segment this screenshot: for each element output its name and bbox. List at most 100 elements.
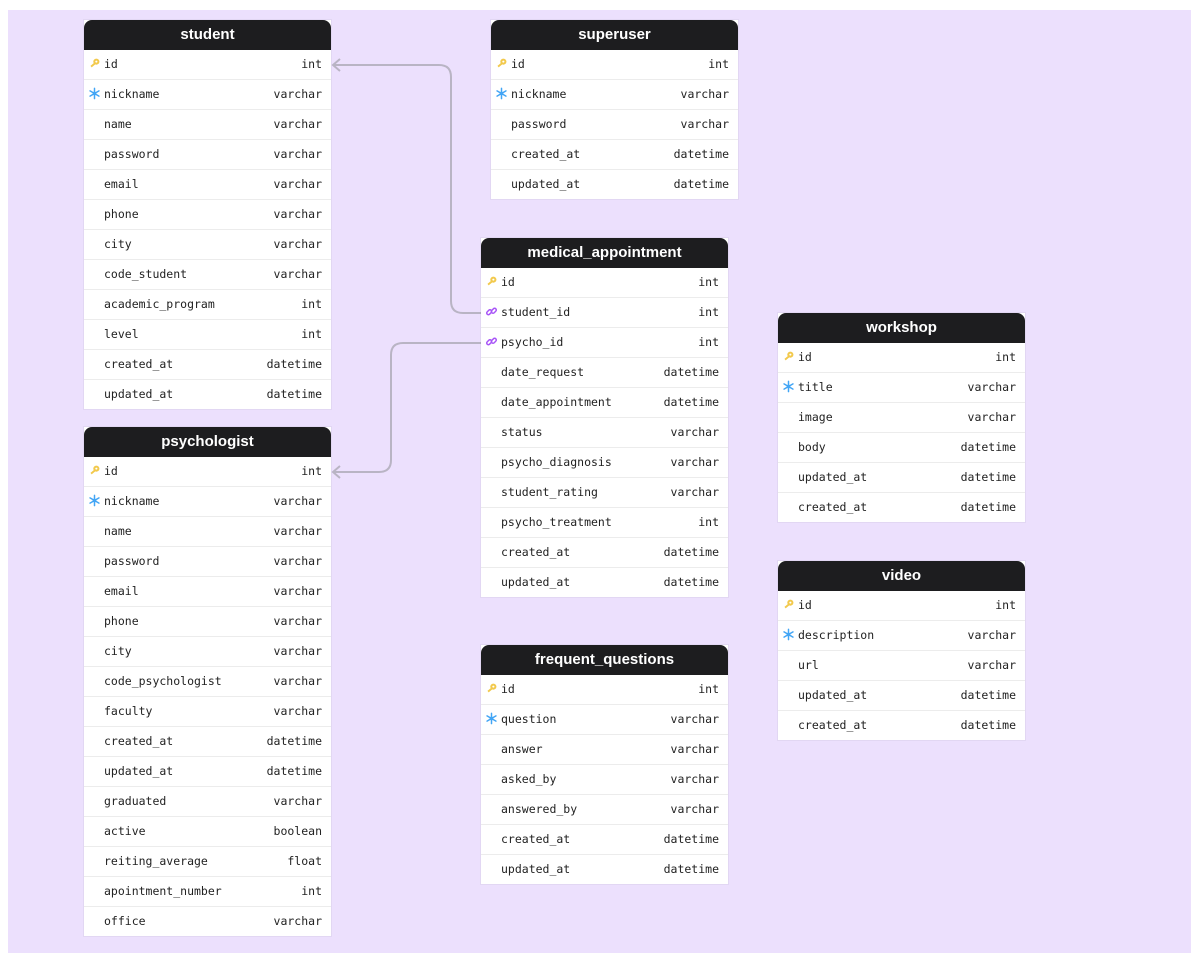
column-row[interactable]: email varchar [84, 577, 331, 607]
column-type: datetime [266, 387, 322, 401]
column-row[interactable]: image varchar [778, 403, 1025, 433]
column-row[interactable]: nickname varchar [84, 80, 331, 110]
table-header-workshop[interactable]: workshop [778, 313, 1025, 343]
column-row[interactable]: id int [491, 50, 738, 80]
table-header-video[interactable]: video [778, 561, 1025, 591]
column-name: phone [104, 614, 139, 628]
table-student[interactable]: student id int nickname varchar name varchar p… [84, 20, 331, 409]
column-row[interactable]: updated_at datetime [481, 568, 728, 597]
column-row[interactable]: title varchar [778, 373, 1025, 403]
column-row[interactable]: created_at datetime [491, 140, 738, 170]
table-header-superuser[interactable]: superuser [491, 20, 738, 50]
table-header-medical-appointment[interactable]: medical_appointment [481, 238, 728, 268]
column-type: datetime [960, 440, 1016, 454]
column-row[interactable]: updated_at datetime [481, 855, 728, 884]
column-row[interactable]: city varchar [84, 230, 331, 260]
column-row[interactable]: faculty varchar [84, 697, 331, 727]
column-row[interactable]: id int [84, 50, 331, 80]
column-row[interactable]: description varchar [778, 621, 1025, 651]
no-icon [485, 485, 499, 499]
column-row[interactable]: password varchar [84, 547, 331, 577]
column-row[interactable]: phone varchar [84, 200, 331, 230]
column-row[interactable]: body datetime [778, 433, 1025, 463]
column-row[interactable]: psycho_diagnosis varchar [481, 448, 728, 478]
column-row[interactable]: created_at datetime [481, 538, 728, 568]
column-row[interactable]: id int [778, 591, 1025, 621]
table-header-student[interactable]: student [84, 20, 331, 50]
column-row[interactable]: url varchar [778, 651, 1025, 681]
column-row[interactable]: updated_at datetime [84, 757, 331, 787]
column-row[interactable]: answer varchar [481, 735, 728, 765]
column-row[interactable]: code_student varchar [84, 260, 331, 290]
column-row[interactable]: created_at datetime [84, 727, 331, 757]
column-row[interactable]: office varchar [84, 907, 331, 936]
column-type: datetime [960, 500, 1016, 514]
column-name: city [104, 644, 132, 658]
column-row[interactable]: id int [481, 675, 728, 705]
column-row[interactable]: status varchar [481, 418, 728, 448]
column-row[interactable]: date_request datetime [481, 358, 728, 388]
column-row[interactable]: graduated varchar [84, 787, 331, 817]
column-type: int [698, 515, 719, 529]
column-row[interactable]: code_psychologist varchar [84, 667, 331, 697]
table-header-frequent-questions[interactable]: frequent_questions [481, 645, 728, 675]
column-row[interactable]: nickname varchar [84, 487, 331, 517]
column-row[interactable]: updated_at datetime [84, 380, 331, 409]
column-row[interactable]: id int [481, 268, 728, 298]
column-row[interactable]: updated_at datetime [778, 463, 1025, 493]
key-icon [495, 57, 509, 71]
no-icon [495, 117, 509, 131]
table-superuser[interactable]: superuser id int nickname varchar password va… [491, 20, 738, 199]
column-name: email [104, 177, 139, 191]
column-type: varchar [670, 455, 719, 469]
table-psychologist[interactable]: psychologist id int nickname varchar name var… [84, 427, 331, 936]
column-row[interactable]: created_at datetime [778, 493, 1025, 522]
no-icon [88, 764, 102, 778]
column-row[interactable]: question varchar [481, 705, 728, 735]
table-header-psychologist[interactable]: psychologist [84, 427, 331, 457]
column-row[interactable]: created_at datetime [778, 711, 1025, 740]
column-name: phone [104, 207, 139, 221]
no-icon [485, 742, 499, 756]
column-row[interactable]: active boolean [84, 817, 331, 847]
column-name: faculty [104, 704, 153, 718]
column-row[interactable]: psycho_id int [481, 328, 728, 358]
no-icon [88, 237, 102, 251]
column-row[interactable]: password varchar [491, 110, 738, 140]
column-row[interactable]: city varchar [84, 637, 331, 667]
column-row[interactable]: phone varchar [84, 607, 331, 637]
column-row[interactable]: student_id int [481, 298, 728, 328]
column-row[interactable]: created_at datetime [481, 825, 728, 855]
column-row[interactable]: email varchar [84, 170, 331, 200]
column-row[interactable]: apointment_number int [84, 877, 331, 907]
column-row[interactable]: asked_by varchar [481, 765, 728, 795]
table-video[interactable]: video id int description varchar url varchar u… [778, 561, 1025, 740]
column-row[interactable]: academic_program int [84, 290, 331, 320]
no-icon [88, 884, 102, 898]
column-row[interactable]: student_rating varchar [481, 478, 728, 508]
no-icon [485, 515, 499, 529]
column-row[interactable]: name varchar [84, 517, 331, 547]
column-row[interactable]: id int [84, 457, 331, 487]
table-frequent-questions[interactable]: frequent_questions id int question varchar a… [481, 645, 728, 884]
no-icon [485, 802, 499, 816]
table-medical-appointment[interactable]: medical_appointment id int student_id int ps… [481, 238, 728, 597]
column-row[interactable]: date_appointment datetime [481, 388, 728, 418]
column-row[interactable]: created_at datetime [84, 350, 331, 380]
column-name: id [511, 57, 525, 71]
column-row[interactable]: updated_at datetime [491, 170, 738, 199]
column-row[interactable]: password varchar [84, 140, 331, 170]
column-row[interactable]: nickname varchar [491, 80, 738, 110]
column-type: int [995, 598, 1016, 612]
column-row[interactable]: level int [84, 320, 331, 350]
column-row[interactable]: answered_by varchar [481, 795, 728, 825]
column-row[interactable]: psycho_treatment int [481, 508, 728, 538]
column-row[interactable]: updated_at datetime [778, 681, 1025, 711]
unique-icon [782, 628, 796, 642]
table-workshop[interactable]: workshop id int title varchar image varchar bo… [778, 313, 1025, 522]
column-name: psycho_treatment [501, 515, 612, 529]
column-row[interactable]: reiting_average float [84, 847, 331, 877]
column-row[interactable]: name varchar [84, 110, 331, 140]
table-body-psychologist: id int nickname varchar name varchar password v… [84, 457, 331, 936]
column-row[interactable]: id int [778, 343, 1025, 373]
